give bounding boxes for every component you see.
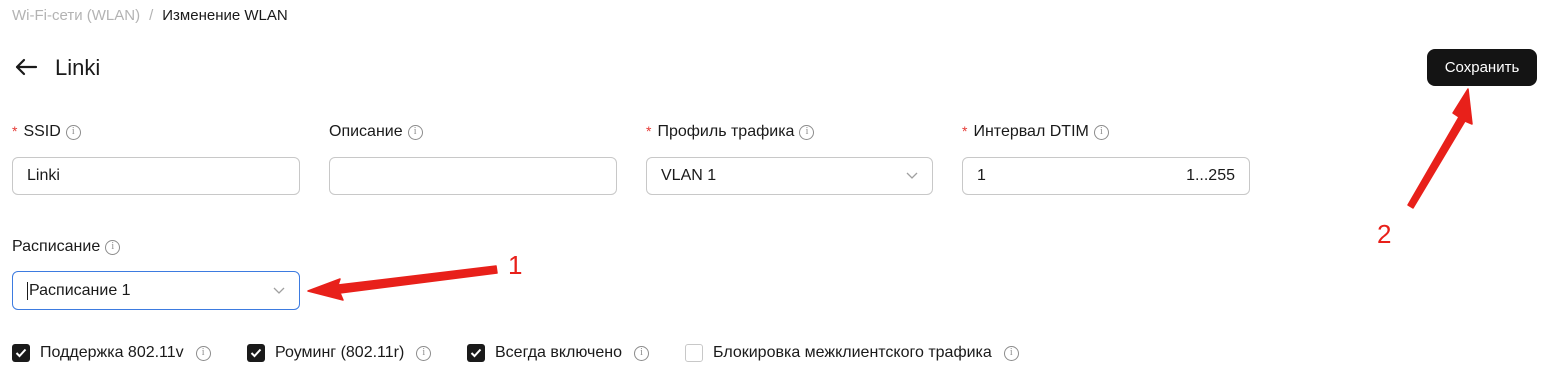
annotation-arrow-1	[307, 265, 498, 301]
annotation-arrows	[307, 88, 1473, 301]
annotation-marker-2: 2	[1377, 219, 1392, 249]
annotation-marker-1: 1	[508, 250, 523, 280]
annotation-arrow-2	[1407, 88, 1473, 209]
